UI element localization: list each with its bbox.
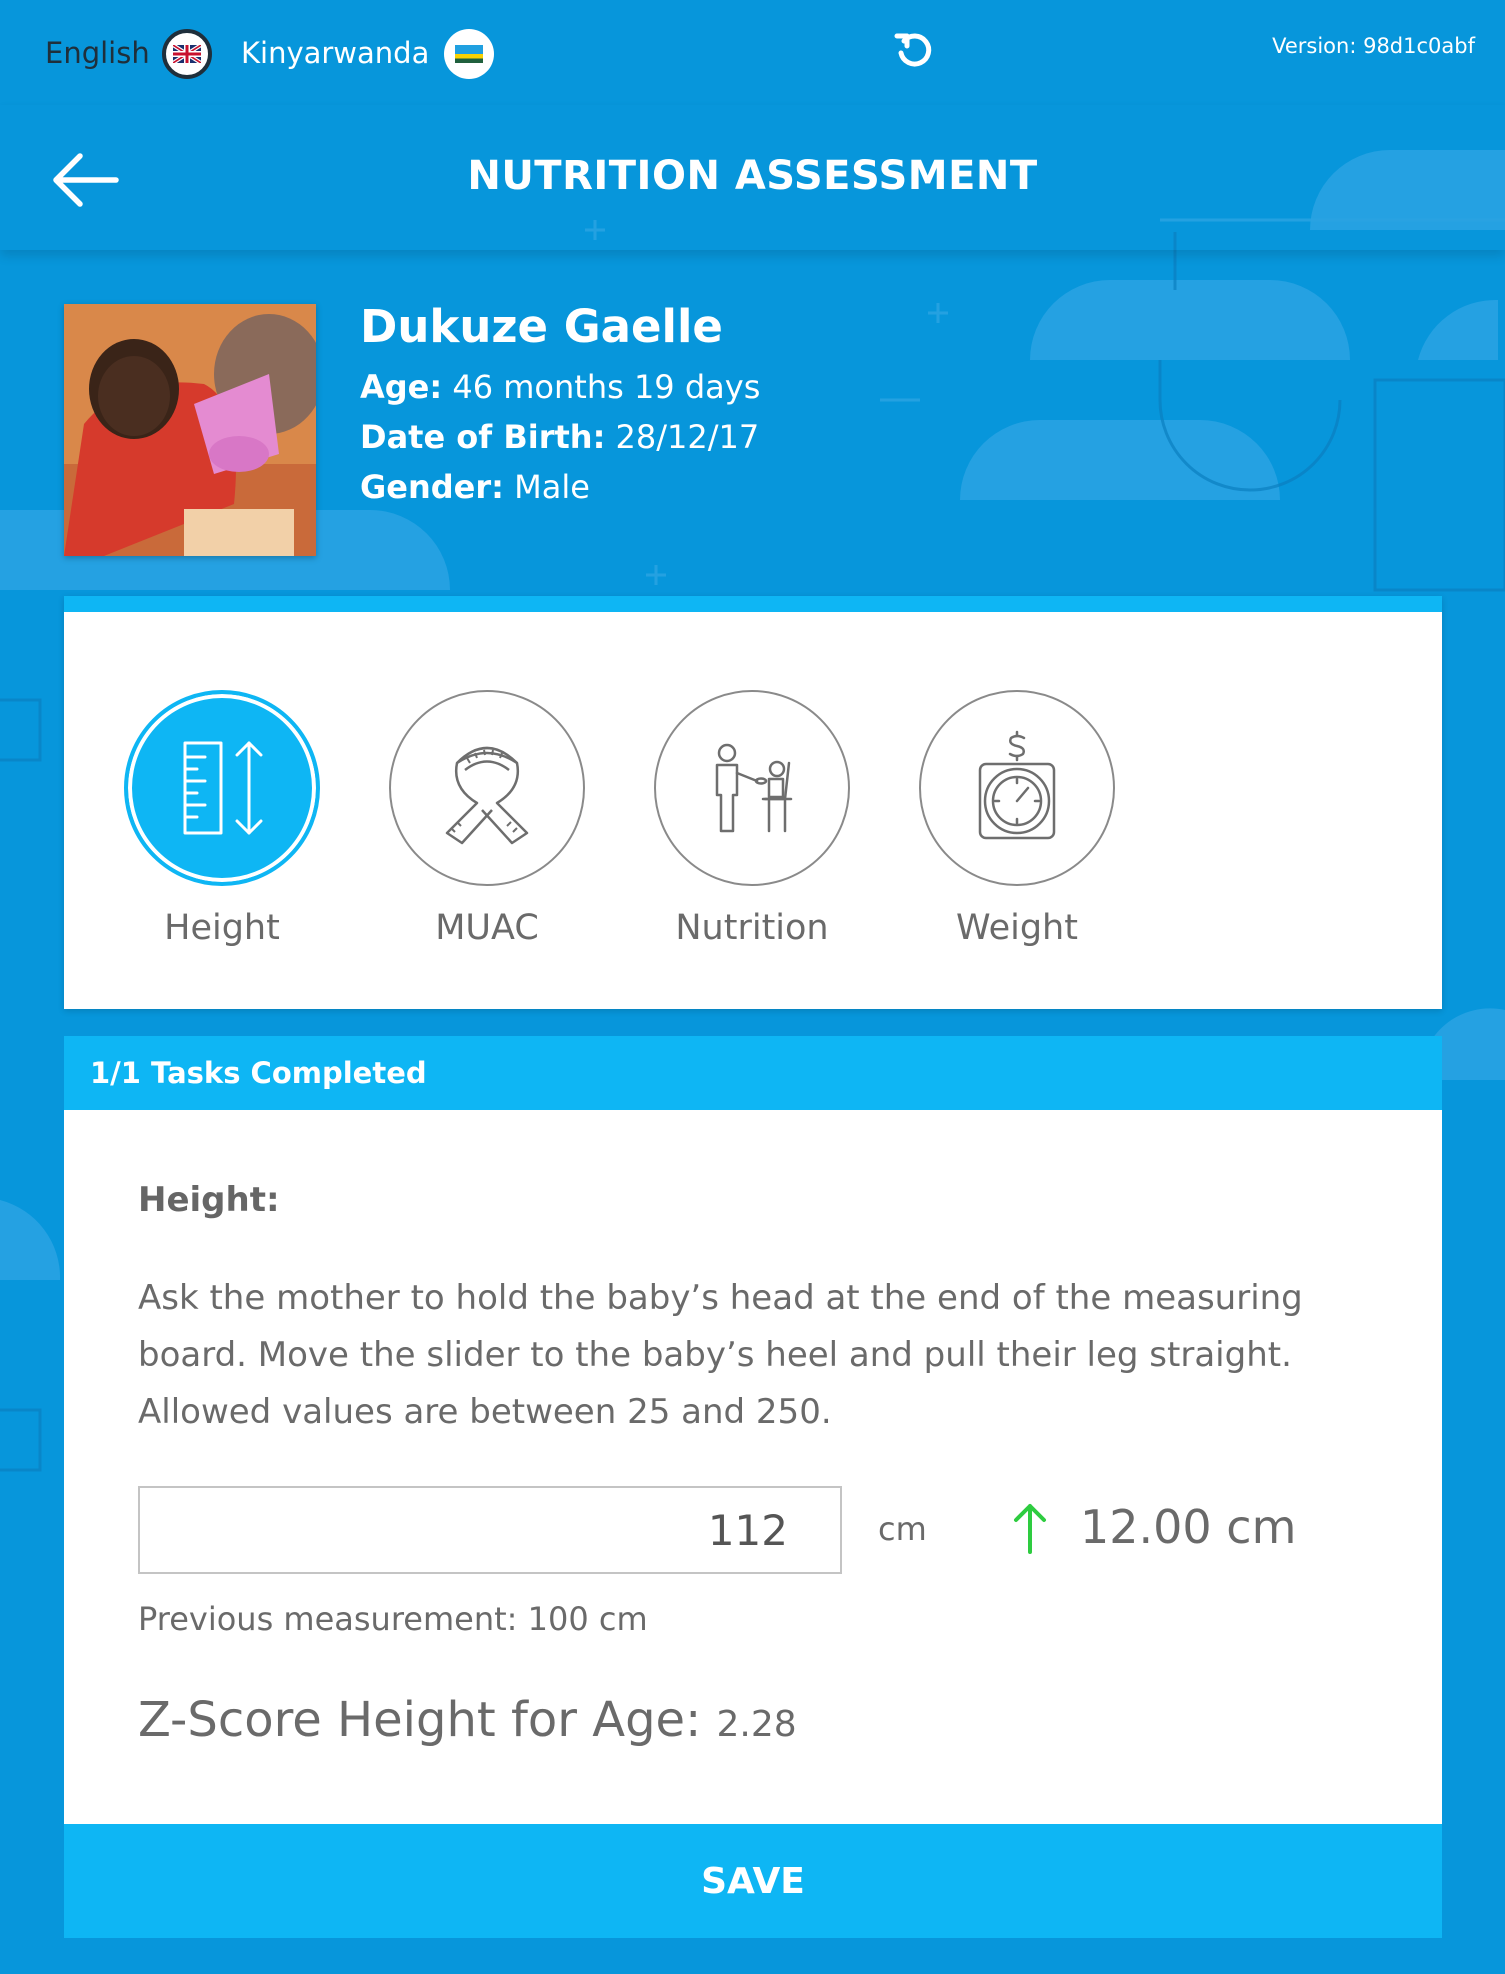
rwanda-flag-icon[interactable] [444,29,494,79]
uk-flag-icon[interactable] [162,29,212,79]
language-kinyarwanda[interactable]: Kinyarwanda [241,36,429,70]
save-button[interactable]: SAVE [64,1824,1442,1938]
age-value: 46 months 19 days [452,368,761,406]
activity-weight[interactable]: Weight [917,690,1117,948]
patient-age: Age: 46 months 19 days [360,368,760,406]
age-label: Age: [360,368,443,406]
patient-info: Dukuze Gaelle Age: 46 months 19 days Dat… [64,300,1264,556]
activity-nutrition[interactable]: Nutrition [652,690,852,948]
page-header: NUTRITION ASSESSMENT [0,105,1505,250]
previous-measurement: Previous measurement: 100 cm [138,1600,648,1638]
activity-height[interactable]: Height [122,690,322,948]
activity-height-circle[interactable] [124,690,320,886]
language-english[interactable]: English [45,36,150,70]
gender-label: Gender: [360,468,504,506]
activity-muac-label: MUAC [435,908,539,948]
page-title: NUTRITION ASSESSMENT [467,153,1038,199]
height-ruler-icon [183,741,263,835]
patient-gender: Gender: Male [360,468,590,506]
activity-weight-circle[interactable] [919,690,1115,886]
zscore-value: 2.28 [716,1704,797,1745]
version-label: Version: 98d1c0abf [1272,34,1475,58]
patient-name: Dukuze Gaelle [360,300,723,353]
allowed-values-text: Allowed values are between 25 and 250. [138,1392,832,1432]
activity-muac-circle[interactable] [389,690,585,886]
zscore-height-for-age: Z-Score Height for Age: 2.28 [138,1692,797,1748]
question-instructions: Ask the mother to hold the baby’s head a… [138,1278,1303,1375]
activity-muac[interactable]: MUAC [387,690,587,948]
unit-label: cm [878,1510,927,1548]
dob-value: 28/12/17 [615,418,760,456]
dob-label: Date of Birth: [360,418,606,456]
measuring-tape-icon [445,746,529,845]
feeding-child-icon [715,743,793,833]
height-change-value: 12.00 cm [1080,1500,1297,1554]
activity-height-label: Height [164,908,280,948]
weight-scale-icon [978,730,1056,840]
zscore-label: Z-Score Height for Age: [138,1692,702,1748]
language-bar: English Kinyarwanda Version: 98d1c0abf [0,0,1505,105]
height-form: Height: Ask the mother to hold the baby’… [64,1110,1442,1824]
activity-card: Height MUAC Nutrition Weight [64,596,1442,1009]
question-title: Height: [138,1180,280,1220]
activity-weight-label: Weight [956,908,1078,948]
arrow-up-icon [1014,1504,1046,1554]
activity-nutrition-circle[interactable] [654,690,850,886]
tasks-completed-label: 1/1 Tasks Completed [90,1056,427,1090]
gender-value: Male [514,468,590,506]
height-input[interactable] [138,1486,842,1574]
patient-dob: Date of Birth: 28/12/17 [360,418,759,456]
patient-photo [64,304,316,556]
refresh-icon[interactable] [892,28,936,72]
activity-nutrition-label: Nutrition [675,908,829,948]
tasks-completed-bar: 1/1 Tasks Completed [64,1036,1442,1110]
